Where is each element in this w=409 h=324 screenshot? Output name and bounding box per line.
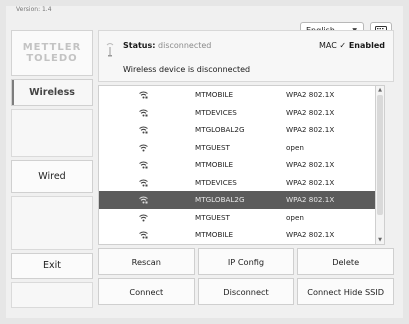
mettler-toledo-logo: METTLER TOLEDO <box>11 30 93 77</box>
sidebar-item-label: Wired <box>38 170 66 182</box>
wifi-signal-icon <box>139 231 148 239</box>
sidebar-spacer <box>11 108 93 157</box>
version-label: Version: 1.4 <box>16 6 52 13</box>
delete-button[interactable]: Delete <box>297 248 395 275</box>
status-message: Wireless device is disconnected <box>123 65 251 74</box>
wifi-signal-icon <box>139 196 148 204</box>
status-line: Status: disconnected <box>123 41 211 50</box>
logo-line-1: METTLER <box>22 42 82 54</box>
network-row[interactable]: MTGUEST open <box>99 209 384 227</box>
wifi-signal-icon <box>139 214 148 221</box>
connect-button[interactable]: Connect <box>98 278 195 305</box>
network-row[interactable]: MTMOBILE WPA2 802.1X <box>99 156 384 174</box>
sidebar-item-label: Exit <box>43 260 61 272</box>
sidebar-item-exit[interactable]: Exit <box>11 252 93 279</box>
sidebar: METTLER TOLEDO Wireless Wired Exit <box>11 30 93 309</box>
network-security: WPA2 802.1X <box>286 230 335 240</box>
network-security: open <box>286 212 304 222</box>
sidebar-item-wireless[interactable]: Wireless <box>11 79 93 106</box>
network-security: WPA2 802.1X <box>286 107 335 117</box>
network-security: WPA2 802.1X <box>286 177 335 187</box>
scroll-up-icon[interactable]: ▲ <box>376 86 384 94</box>
sidebar-spacer <box>11 195 93 250</box>
antenna-icon <box>106 43 114 57</box>
wifi-signal-icon <box>139 161 148 169</box>
ip-config-button[interactable]: IP Config <box>197 248 295 275</box>
network-security: WPA2 802.1X <box>286 125 335 135</box>
wifi-signal-icon <box>139 144 148 151</box>
rescan-button[interactable]: Rescan <box>98 248 195 275</box>
status-value: disconnected <box>158 41 212 50</box>
connect-hidden-ssid-button[interactable]: Connect Hide SSID <box>297 278 395 305</box>
status-label: Status: <box>123 41 156 50</box>
action-row-1: Rescan IP Config Delete <box>98 248 395 275</box>
wifi-signal-icon <box>139 109 148 116</box>
network-security: WPA2 802.1X <box>286 195 335 205</box>
sidebar-spacer <box>11 281 93 309</box>
network-row[interactable]: MTDEVICES WPA2 802.1X <box>99 104 384 122</box>
network-ssid: MTDEVICES <box>195 107 237 117</box>
network-ssid: MTDEVICES <box>195 177 237 187</box>
wifi-signal-icon <box>139 126 148 134</box>
mac-status: MAC ✓ Enabled <box>319 41 385 50</box>
network-ssid: MTGLOBAL2G <box>195 195 245 205</box>
network-security: open <box>286 142 304 152</box>
logo-line-2: TOLEDO <box>26 53 78 65</box>
network-list-scrollbar[interactable]: ▲ ▼ <box>375 85 385 245</box>
wifi-signal-icon <box>139 179 148 186</box>
network-row[interactable]: MTMOBILE WPA2 802.1X <box>99 226 384 244</box>
network-row[interactable]: MTGUEST open <box>99 139 384 157</box>
network-ssid: MTGUEST <box>195 142 230 152</box>
network-ssid: MTMOBILE <box>195 230 234 240</box>
mac-label: MAC <box>318 41 337 50</box>
sidebar-item-wired[interactable]: Wired <box>11 159 93 193</box>
network-security: WPA2 802.1X <box>286 90 335 100</box>
network-ssid: MTGLOBAL2G <box>195 125 245 135</box>
network-ssid: MTMOBILE <box>195 160 234 170</box>
scrollbar-thumb[interactable] <box>377 95 383 215</box>
scroll-down-icon[interactable]: ▼ <box>376 236 384 244</box>
network-security: WPA2 802.1X <box>286 160 335 170</box>
status-panel: Status: disconnected Wireless device is … <box>98 30 394 82</box>
sidebar-item-label: Wireless <box>29 86 75 98</box>
wifi-signal-icon <box>139 91 148 99</box>
disconnect-button[interactable]: Disconnect <box>197 278 295 305</box>
network-row[interactable]: MTDEVICES WPA2 802.1X <box>99 174 384 192</box>
action-row-2: Connect Disconnect Connect Hide SSID <box>98 278 395 305</box>
network-row[interactable]: MTGLOBAL2G WPA2 802.1X <box>99 191 384 209</box>
network-ssid: MTMOBILE <box>195 90 234 100</box>
network-list[interactable]: MTMOBILE WPA2 802.1X MTDEVICES WPA2 802.1X M… <box>98 85 385 245</box>
enabled-label: ✓ Enabled <box>339 41 385 50</box>
network-row[interactable]: MTGLOBAL2G WPA2 802.1X <box>99 121 384 139</box>
network-row[interactable]: MTMOBILE WPA2 802.1X <box>99 86 384 104</box>
network-ssid: MTGUEST <box>195 212 230 222</box>
